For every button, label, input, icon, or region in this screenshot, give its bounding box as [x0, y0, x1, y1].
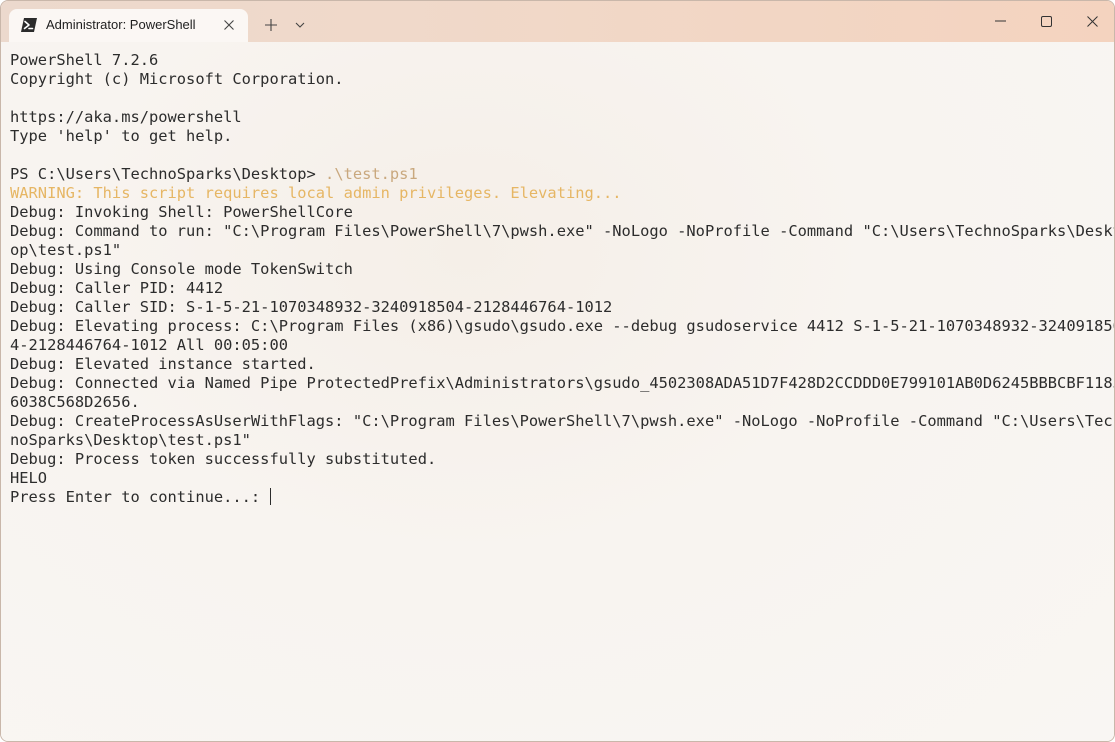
debug-line: Debug: Process token successfully substi… — [10, 450, 437, 468]
title-bar: Administrator: PowerShell — [1, 1, 1114, 42]
debug-line: Debug: Using Console mode TokenSwitch — [10, 260, 353, 278]
prompt-command: .\test.ps1 — [325, 165, 418, 183]
plus-icon — [265, 19, 277, 31]
close-tab-button[interactable] — [220, 16, 238, 34]
powershell-icon — [21, 18, 37, 32]
debug-line: Debug: Invoking Shell: PowerShellCore — [10, 203, 353, 221]
text-cursor — [270, 488, 272, 505]
banner-help: Type 'help' to get help. — [10, 127, 233, 145]
output-line: HELO — [10, 469, 48, 487]
debug-line: Debug: Command to run: "C:\Program Files… — [10, 222, 1115, 240]
debug-line: Debug: Caller PID: 4412 — [10, 279, 224, 297]
debug-line: Debug: Caller SID: S-1-5-21-1070348932-3… — [10, 298, 613, 316]
banner-copyright: Copyright (c) Microsoft Corporation. — [10, 70, 344, 88]
debug-line: 6038C568D2656. — [10, 393, 140, 411]
debug-line: Debug: Elevating process: C:\Program Fil… — [10, 317, 1115, 335]
debug-line: op\test.ps1" — [10, 241, 122, 259]
banner-version: PowerShell 7.2.6 — [10, 51, 159, 69]
tab-title: Administrator: PowerShell — [46, 17, 196, 32]
pause-prompt-line[interactable]: Press Enter to continue...: — [10, 488, 1114, 507]
terminal-window: Administrator: PowerShell PowerShell 7.2… — [0, 0, 1115, 742]
terminal-output-area[interactable]: PowerShell 7.2.6 Copyright (c) Microsoft… — [1, 42, 1114, 741]
close-window-button[interactable] — [1069, 1, 1114, 41]
banner-link: https://aka.ms/powershell — [10, 108, 242, 126]
close-icon — [224, 20, 234, 30]
warning-line: WARNING: This script requires local admi… — [10, 184, 622, 202]
debug-line: Debug: Elevated instance started. — [10, 355, 316, 373]
maximize-button[interactable] — [1023, 1, 1069, 41]
debug-line: Debug: CreateProcessAsUserWithFlags: "C:… — [10, 412, 1115, 430]
debug-line: Debug: Connected via Named Pipe Protecte… — [10, 374, 1115, 392]
debug-line: 4-2128446764-1012 All 00:05:00 — [10, 336, 288, 354]
terminal-lines: PowerShell 7.2.6 Copyright (c) Microsoft… — [10, 51, 1115, 507]
tab-dropdown-button[interactable] — [290, 13, 310, 37]
chevron-down-icon — [295, 22, 305, 28]
debug-line: noSparks\Desktop\test.ps1" — [10, 431, 251, 449]
close-icon — [1086, 15, 1098, 27]
minimize-button[interactable] — [977, 1, 1023, 41]
maximize-icon — [1040, 15, 1052, 27]
prompt-path: PS C:\Users\TechnoSparks\Desktop> — [10, 165, 326, 183]
prompt-line: PS C:\Users\TechnoSparks\Desktop> .\test… — [10, 165, 1114, 184]
pause-prompt: Press Enter to continue...: — [10, 488, 270, 506]
new-tab-button[interactable] — [259, 13, 283, 37]
minimize-icon — [994, 20, 1006, 22]
tab-powershell[interactable]: Administrator: PowerShell — [9, 9, 248, 42]
